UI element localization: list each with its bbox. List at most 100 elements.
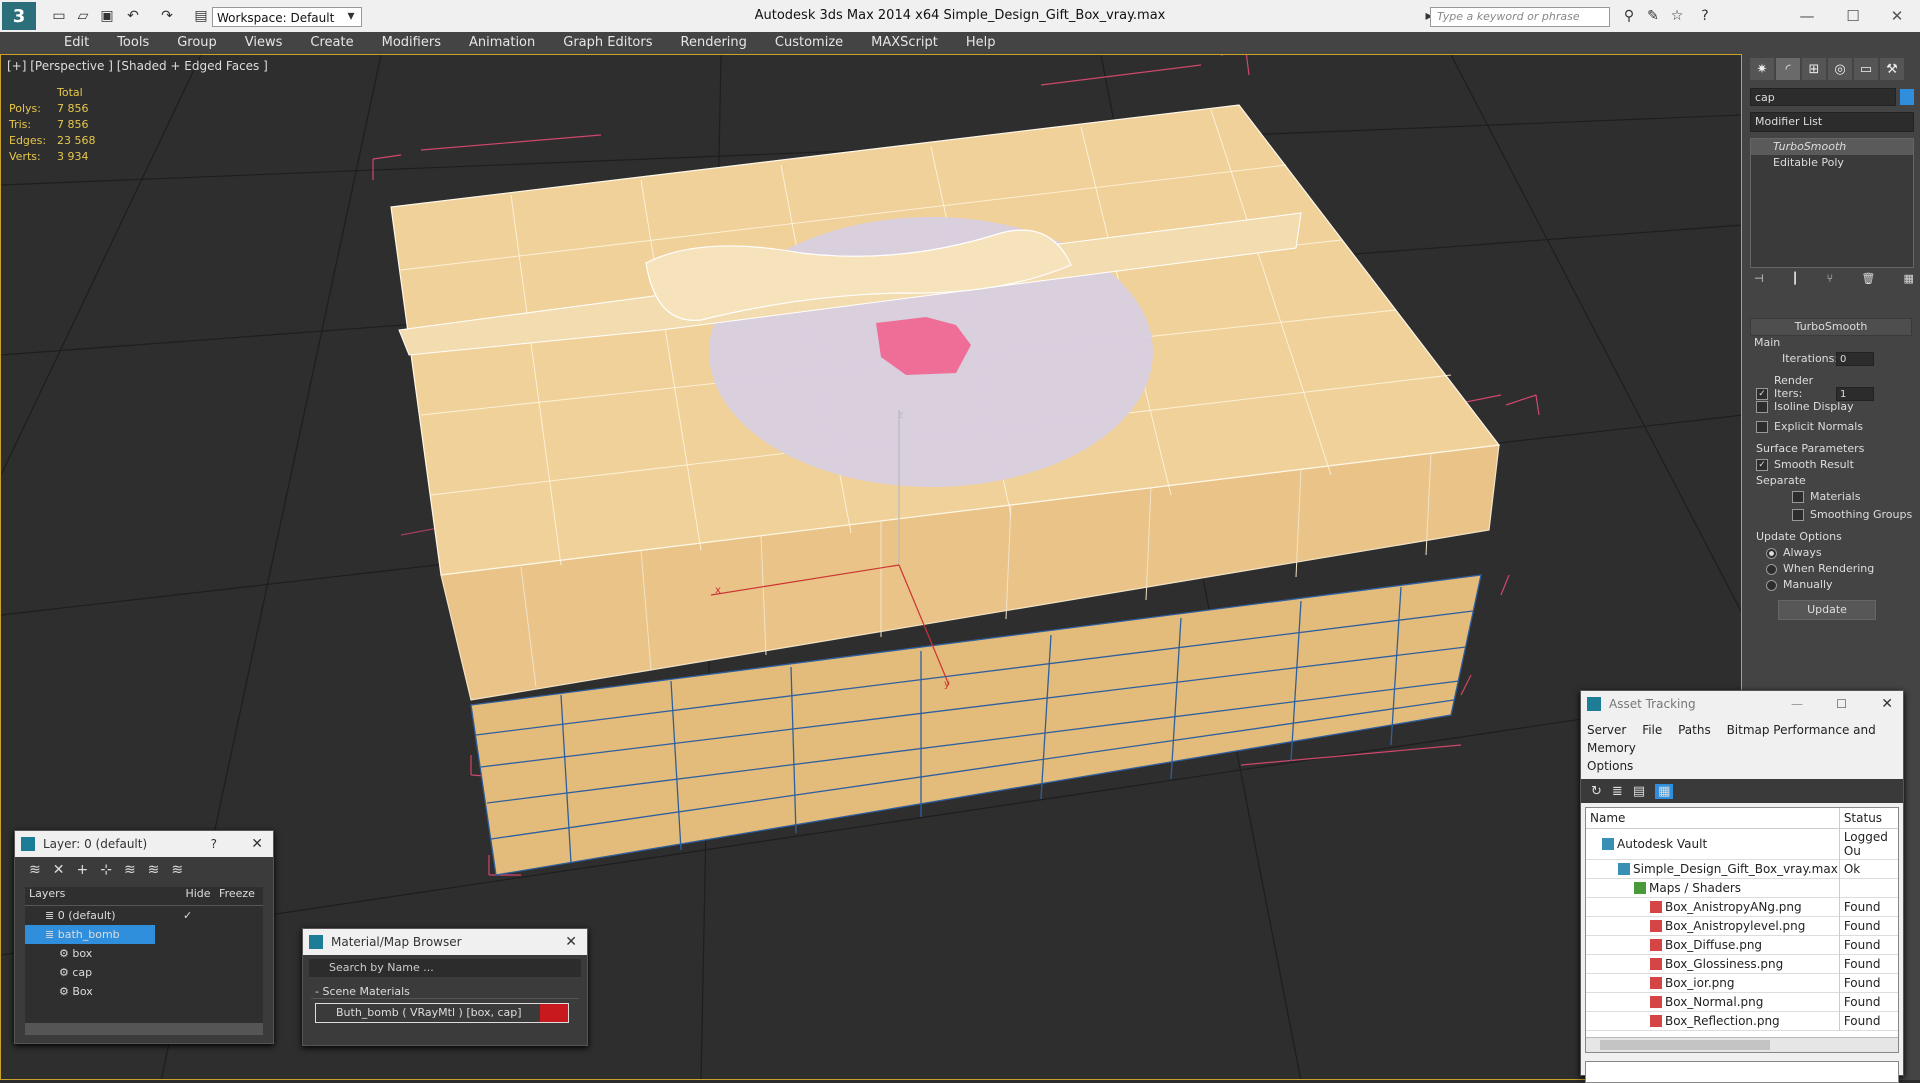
- menu-edit[interactable]: Edit: [50, 32, 103, 54]
- smoothing-groups-checkbox[interactable]: [1792, 509, 1804, 521]
- menu-help[interactable]: Help: [952, 32, 1010, 54]
- menu-tools[interactable]: Tools: [103, 32, 163, 54]
- motion-tab-icon[interactable]: ◎: [1828, 58, 1852, 80]
- layer-row[interactable]: ≣ 0 (default) ✓: [25, 906, 263, 925]
- close-button[interactable]: ✕: [1880, 4, 1914, 28]
- menu-customize[interactable]: Customize: [761, 32, 857, 54]
- smooth-result-checkbox[interactable]: ✓: [1756, 459, 1768, 471]
- smoothing-groups-row: Smoothing Groups: [1792, 508, 1912, 521]
- stack-item-editable-poly[interactable]: Editable Poly: [1751, 155, 1913, 171]
- object-color-swatch[interactable]: [1900, 89, 1914, 105]
- maximize-icon[interactable]: ☐: [1836, 691, 1847, 717]
- asset-row[interactable]: Box_Anistropylevel.png Found: [1586, 916, 1898, 935]
- add-to-layer-icon[interactable]: +: [76, 862, 88, 878]
- delete-layer-icon[interactable]: ✕: [53, 862, 65, 878]
- table-view-icon[interactable]: ▦: [1655, 783, 1674, 799]
- menu-server[interactable]: Server: [1587, 723, 1626, 737]
- iterations-spinner[interactable]: 0: [1836, 352, 1874, 366]
- favorites-icon[interactable]: ☆: [1666, 5, 1688, 27]
- asset-row[interactable]: Box_ior.png Found: [1586, 973, 1898, 992]
- manually-radio[interactable]: [1766, 579, 1777, 591]
- asset-row[interactable]: Box_Reflection.png Found: [1586, 1011, 1898, 1030]
- menu-group[interactable]: Group: [163, 32, 231, 54]
- asset-row[interactable]: Box_Diffuse.png Found: [1586, 935, 1898, 954]
- stats-row: Verts: 3 934: [9, 150, 89, 163]
- update-button[interactable]: Update: [1778, 600, 1876, 620]
- when-rendering-radio[interactable]: [1766, 563, 1777, 575]
- menu-file[interactable]: File: [1642, 723, 1662, 737]
- asset-row[interactable]: Box_Normal.png Found: [1586, 992, 1898, 1011]
- help-icon[interactable]: ?: [1694, 5, 1716, 27]
- asset-row[interactable]: Box_AnistropyANg.png Found: [1586, 897, 1898, 916]
- material-search-input[interactable]: Search by Name ...: [309, 959, 581, 977]
- make-unique-icon[interactable]: ⑂: [1827, 272, 1834, 288]
- menu-animation[interactable]: Animation: [455, 32, 549, 54]
- menu-create[interactable]: Create: [296, 32, 367, 54]
- asset-tracking-titlebar[interactable]: Asset Tracking — ☐ ✕: [1581, 691, 1903, 717]
- asset-scrollbar[interactable]: [1586, 1037, 1898, 1052]
- menu-bitmap-performance[interactable]: Bitmap Performance and Memory: [1587, 723, 1876, 755]
- close-icon[interactable]: ✕: [565, 929, 577, 955]
- layer-panel-titlebar[interactable]: Layer: 0 (default) ? ✕: [15, 831, 273, 857]
- asset-name: Box_Anistropylevel.png: [1665, 918, 1806, 933]
- menu-maxscript[interactable]: MAXScript: [857, 32, 952, 54]
- hide-all-icon[interactable]: ≋: [148, 862, 160, 878]
- asset-row[interactable]: Simple_Design_Gift_Box_vray.max Ok: [1586, 859, 1898, 878]
- show-end-result-icon[interactable]: ┃: [1792, 272, 1799, 288]
- remove-modifier-icon[interactable]: 🗑: [1861, 272, 1875, 288]
- layer-row[interactable]: ⚙ Box: [25, 982, 263, 1001]
- highlight-layer-icon[interactable]: ≋: [124, 862, 136, 878]
- select-in-layer-icon[interactable]: ⊹: [100, 862, 112, 878]
- communication-icon[interactable]: ✎: [1642, 5, 1664, 27]
- menu-bar: Edit Tools Group Views Create Modifiers Animat…: [0, 32, 1920, 55]
- close-icon[interactable]: ✕: [251, 831, 263, 857]
- material-item[interactable]: Buth_bomb ( VRayMtl ) [box, cap]: [315, 1003, 569, 1023]
- pin-stack-icon[interactable]: ⊣: [1754, 272, 1764, 288]
- layer-row[interactable]: ⚙ box: [25, 944, 263, 963]
- utilities-tab-icon[interactable]: ⚒: [1880, 58, 1904, 80]
- keyword-search-input[interactable]: Type a keyword or phrase: [1430, 7, 1610, 27]
- menu-modifiers[interactable]: Modifiers: [368, 32, 455, 54]
- layer-row-selected[interactable]: ≣ bath_bomb: [25, 925, 155, 944]
- isoline-checkbox[interactable]: [1756, 401, 1768, 413]
- asset-row[interactable]: Maps / Shaders: [1586, 878, 1898, 897]
- detail-view-icon[interactable]: ▤: [1633, 784, 1645, 799]
- turbosmooth-rollout-title[interactable]: TurboSmooth: [1750, 318, 1912, 336]
- menu-rendering[interactable]: Rendering: [667, 32, 761, 54]
- layer-scrollbar[interactable]: [25, 1023, 263, 1035]
- modifier-stack[interactable]: TurboSmooth Editable Poly: [1750, 138, 1914, 268]
- menu-graph-editors[interactable]: Graph Editors: [549, 32, 666, 54]
- explicit-normals-checkbox[interactable]: [1756, 421, 1768, 433]
- hierarchy-tab-icon[interactable]: ⊞: [1802, 58, 1826, 80]
- stack-item-turbosmooth[interactable]: TurboSmooth: [1751, 139, 1913, 155]
- viewport-label[interactable]: [+] [Perspective ] [Shaded + Edged Faces…: [7, 59, 268, 73]
- scene-materials-header[interactable]: - Scene Materials: [311, 985, 579, 999]
- display-tab-icon[interactable]: ▭: [1854, 58, 1878, 80]
- asset-row[interactable]: Autodesk Vault Logged Ou: [1586, 828, 1898, 859]
- material-browser-titlebar[interactable]: Material/Map Browser ✕: [303, 929, 587, 955]
- materials-checkbox[interactable]: [1792, 491, 1804, 503]
- configure-sets-icon[interactable]: ▦: [1904, 272, 1914, 288]
- maximize-button[interactable]: ☐: [1836, 4, 1870, 28]
- minimize-icon[interactable]: —: [1791, 691, 1803, 717]
- create-tab-icon[interactable]: ✷: [1750, 58, 1774, 80]
- menu-views[interactable]: Views: [231, 32, 297, 54]
- refresh-icon[interactable]: ↻: [1591, 784, 1602, 799]
- freeze-all-icon[interactable]: ≋: [171, 862, 183, 878]
- close-icon[interactable]: ✕: [1881, 691, 1893, 717]
- list-view-icon[interactable]: ≣: [1612, 784, 1623, 799]
- menu-options[interactable]: Options: [1587, 759, 1633, 773]
- render-iters-checkbox[interactable]: ✓: [1756, 388, 1768, 400]
- menu-paths[interactable]: Paths: [1678, 723, 1711, 737]
- always-radio[interactable]: [1766, 547, 1777, 559]
- minimize-button[interactable]: —: [1790, 4, 1824, 28]
- modifier-list-dropdown[interactable]: Modifier List: [1750, 112, 1914, 132]
- asset-row[interactable]: Box_Glossiness.png Found: [1586, 954, 1898, 973]
- binoculars-icon[interactable]: ⚲: [1618, 5, 1640, 27]
- render-iters-spinner[interactable]: 1: [1836, 387, 1874, 401]
- layer-row[interactable]: ⚙ cap: [25, 963, 263, 982]
- object-name-field[interactable]: cap: [1750, 88, 1896, 106]
- help-icon[interactable]: ?: [211, 831, 217, 857]
- modify-tab-icon[interactable]: ◜: [1776, 58, 1800, 80]
- create-layer-icon[interactable]: ≋: [29, 862, 41, 878]
